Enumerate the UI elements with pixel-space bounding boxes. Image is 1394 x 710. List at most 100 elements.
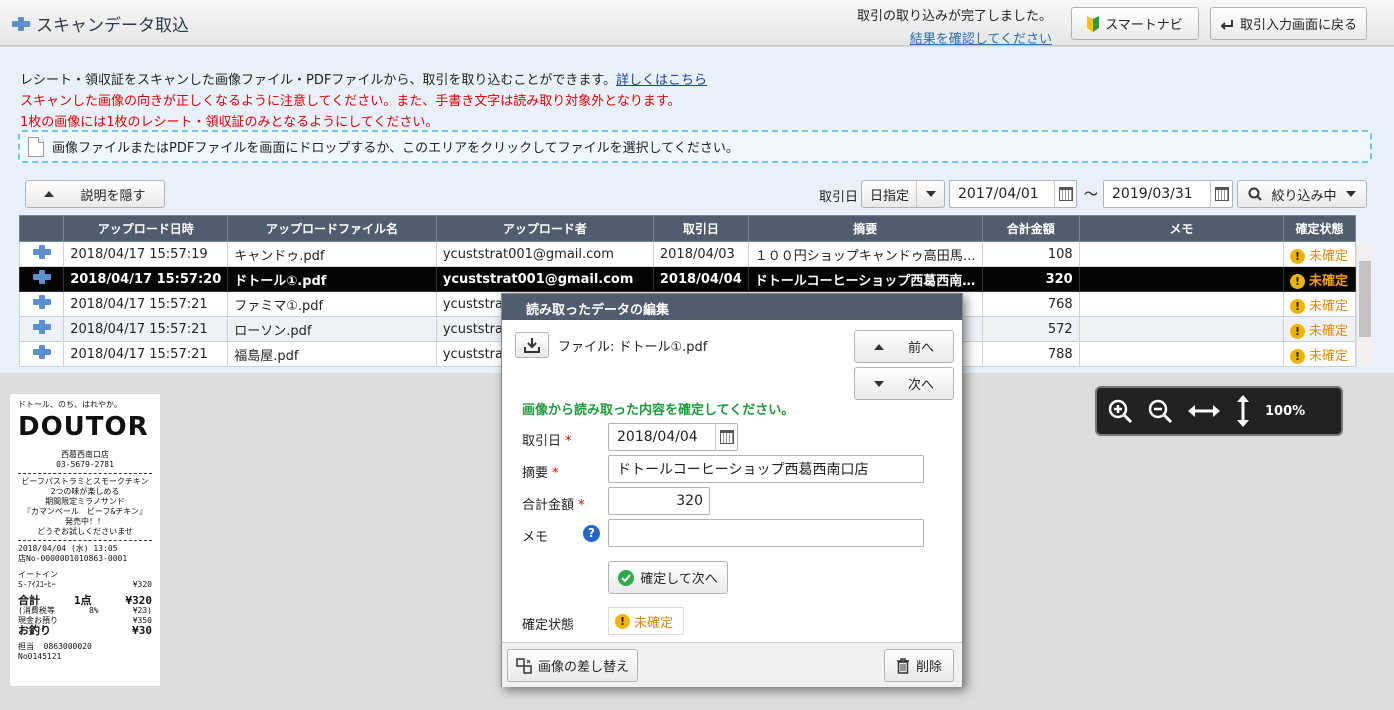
receipt-staff: 0863000020 <box>43 642 92 651</box>
cell-status: ! 未確定 <box>1283 316 1356 342</box>
col-header-date[interactable]: 取引日 <box>652 215 749 242</box>
amount-input[interactable]: 320 <box>608 487 710 515</box>
cell-file: ファミマ①.pdf <box>227 291 437 317</box>
cell-status: ! 未確定 <box>1283 341 1356 367</box>
col-header-status[interactable]: 確定状態 <box>1283 215 1356 242</box>
download-button[interactable] <box>515 332 549 358</box>
date-from-input[interactable]: 2017/04/01 <box>949 180 1077 208</box>
hide-description-button[interactable]: 説明を隠す <box>25 180 165 208</box>
description-warning-single: 1枚の画像には1枚のレシート・領収証のみとなるようにしてください。 <box>20 115 439 130</box>
calendar-glyph <box>719 430 734 444</box>
status-text: 未確定 <box>1309 348 1349 364</box>
replace-image-button[interactable]: 画像の差し替え <box>507 649 638 682</box>
receipt-total-label: 合計 <box>18 594 40 607</box>
summary-input[interactable]: ドトールコーヒーショップ西葛西南口店 <box>608 455 924 483</box>
status-badge: ! 未確定 <box>608 607 684 635</box>
calendar-icon[interactable] <box>715 423 737 451</box>
chevron-down-icon <box>925 191 936 197</box>
required-mark: * <box>552 466 559 481</box>
table-row[interactable]: 2018/04/17 15:57:19 キャンドゥ.pdf ycuststrat… <box>18 241 1356 267</box>
receipt-no: No0145121 <box>18 652 62 661</box>
smart-navi-button[interactable]: スマートナビ <box>1071 7 1199 40</box>
prev-label: 前へ <box>907 341 934 356</box>
app-header: スキャンデータ取込 取引の取り込みが完了しました。 結果を確認してください スマ… <box>0 0 1394 47</box>
cell-memo <box>1078 266 1285 292</box>
next-label: 次へ <box>907 378 934 393</box>
confirm-next-button[interactable]: 確定して次へ <box>608 561 728 594</box>
fit-width-icon[interactable] <box>1187 403 1221 419</box>
cell-memo <box>1078 316 1285 342</box>
delete-button[interactable]: 削除 <box>884 649 954 682</box>
warning-icon: ! <box>1290 273 1306 289</box>
cell-memo <box>1078 341 1285 367</box>
fit-height-icon[interactable] <box>1235 394 1251 428</box>
memo-input[interactable] <box>608 519 924 547</box>
date-to-value: 2019/03/31 <box>1112 186 1193 202</box>
scan-plus-icon <box>32 320 51 334</box>
date-filter-label: 取引日 <box>819 190 859 205</box>
warning-icon: ! <box>1290 298 1306 314</box>
smart-navi-label: スマートナビ <box>1105 18 1183 33</box>
notice-text: 取引の取り込みが完了しました。 <box>856 9 1052 24</box>
date-mode-dropdown <box>916 181 944 207</box>
help-icon[interactable]: ? <box>583 525 600 542</box>
filter-button[interactable]: 絞り込み中 <box>1237 180 1367 208</box>
cell-file: 福島屋.pdf <box>227 341 437 367</box>
table-scrollbar[interactable] <box>1356 243 1372 366</box>
receipt-eat-in: イートイン <box>18 570 58 579</box>
confirm-next-label: 確定して次へ <box>640 572 718 587</box>
col-header-upload-file[interactable]: アップロードファイル名 <box>227 215 437 242</box>
cell-status: ! 未確定 <box>1283 241 1356 267</box>
required-mark: * <box>565 434 572 449</box>
col-header-amount[interactable]: 合計金額 <box>981 215 1080 242</box>
import-notice: 取引の取り込みが完了しました。 結果を確認してください <box>848 5 1052 47</box>
receipt-change-label: お釣り <box>18 624 51 637</box>
cell-status: ! 未確定 <box>1283 266 1356 292</box>
next-button[interactable]: 次へ <box>854 367 954 400</box>
scrollbar-thumb[interactable] <box>1359 261 1371 337</box>
memo-label: メモ <box>522 530 549 545</box>
table-row-selected[interactable]: 2018/04/17 15:57:20 ドトール①.pdf ycuststrat… <box>18 266 1356 292</box>
cell-file: ドトール①.pdf <box>227 266 437 292</box>
date-input[interactable]: 2018/04/04 <box>608 423 738 451</box>
calendar-icon[interactable] <box>1054 180 1076 208</box>
prev-button[interactable]: 前へ <box>854 330 954 363</box>
file-dropzone[interactable]: 画像ファイルまたはPDFファイルを画面にドロップするか、このエリアをクリックして… <box>18 130 1372 163</box>
status-label: 確定状態 <box>522 618 575 633</box>
trash-icon <box>896 657 909 674</box>
cell-status: ! 未確定 <box>1283 291 1356 317</box>
date-label-text: 取引日 <box>522 434 562 449</box>
description-line1: レシート・領収証をスキャンした画像ファイル・PDFファイルから、取引を取り込むこ… <box>20 69 707 88</box>
cell-datetime: 2018/04/17 15:57:21 <box>63 316 229 342</box>
zoom-in-icon[interactable] <box>1107 398 1133 424</box>
details-link[interactable]: 詳しくはこちら <box>616 73 707 88</box>
zoom-toolbar: 100% <box>1095 386 1343 436</box>
summary-input-value: ドトールコーヒーショップ西葛西南口店 <box>617 462 869 478</box>
receipt-promo: 『カマンベール ビーフ&チキン』 <box>22 507 148 516</box>
date-to-input[interactable]: 2019/03/31 <box>1103 180 1233 208</box>
row-icon-cell <box>18 316 65 342</box>
calendar-icon[interactable] <box>1210 180 1232 208</box>
col-header-uploader[interactable]: アップロード者 <box>435 215 654 242</box>
zoom-out-icon[interactable] <box>1147 398 1173 424</box>
receipt-tax-line: (消費税等 8% ¥23) <box>18 606 152 616</box>
receipt-item-price: ¥320 <box>132 580 152 589</box>
receipt-promo: 2つの味が楽しめる <box>50 487 120 496</box>
chevron-down-icon <box>1345 191 1356 197</box>
warning-icon: ! <box>1290 248 1306 264</box>
receipt-datetime: 2018/04/04 (水) 13:05 <box>18 544 118 553</box>
receipt-tax: ¥23) <box>132 606 152 615</box>
cell-summary: １００円ショップキャンドゥ高田馬… <box>747 241 983 267</box>
receipt-total: ¥320 <box>125 594 153 607</box>
date-mode-select[interactable]: 日指定 <box>861 180 945 208</box>
receipt-staff-label: 担当 <box>18 642 34 651</box>
col-header-upload-datetime[interactable]: アップロード日時 <box>63 215 229 242</box>
dialog-instruction: 画像から読み取った内容を確定してください。 <box>522 403 795 418</box>
back-to-input-button[interactable]: 取引入力画面に戻る <box>1210 7 1367 40</box>
col-header-memo[interactable]: メモ <box>1078 215 1285 242</box>
check-result-link[interactable]: 結果を確認してください <box>848 28 1052 47</box>
col-header-summary[interactable]: 摘要 <box>747 215 983 242</box>
row-icon-cell <box>18 241 65 267</box>
receipt-slogan: ドトール、のち、はれやか。 <box>18 400 122 409</box>
date-input-value: 2018/04/04 <box>617 429 698 445</box>
